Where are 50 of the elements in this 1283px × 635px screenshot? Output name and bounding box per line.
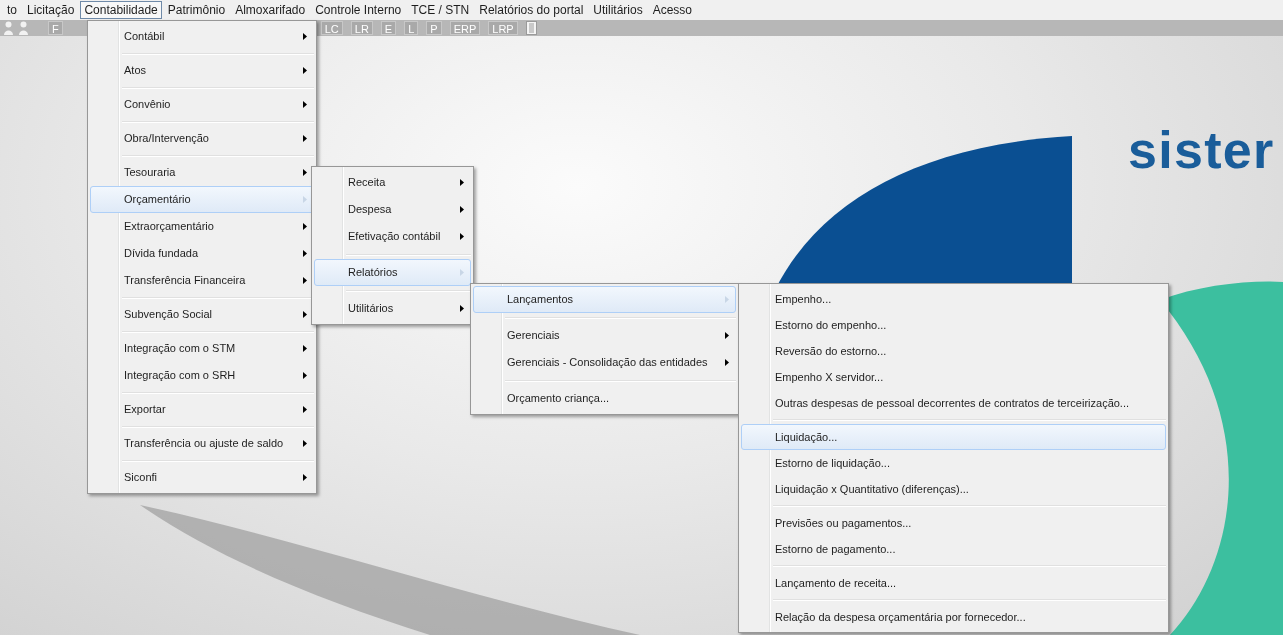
menu-item[interactable]: Utilitários bbox=[314, 295, 471, 322]
menu-item[interactable]: Lançamentos bbox=[473, 286, 736, 313]
menu-item[interactable]: Empenho X servidor... bbox=[741, 364, 1166, 390]
menu-item[interactable]: Relatórios bbox=[314, 259, 471, 286]
menu-item[interactable]: Transferência Financeira bbox=[90, 267, 314, 294]
menu-item[interactable]: Integração com o STM bbox=[90, 335, 314, 362]
menu-bar-item[interactable]: Almoxarifado bbox=[231, 1, 310, 19]
menu-bar-item[interactable]: to bbox=[3, 1, 21, 19]
menu-item[interactable]: Estorno do empenho... bbox=[741, 312, 1166, 338]
menu-item[interactable]: Estorno de liquidação... bbox=[741, 450, 1166, 476]
menu-bar-item[interactable]: Utilitários bbox=[589, 1, 647, 19]
menu-item[interactable]: Atos bbox=[90, 57, 314, 84]
person-icon[interactable] bbox=[4, 21, 13, 35]
menu-item[interactable]: Exportar bbox=[90, 396, 314, 423]
menu-item[interactable]: Relação da despesa orçamentária por fornecedor... bbox=[741, 604, 1166, 630]
menu-item[interactable]: Despesa bbox=[314, 196, 471, 223]
menu-item[interactable]: Transferência ou ajuste de saldo bbox=[90, 430, 314, 457]
menu-bar-item[interactable]: TCE / STN bbox=[407, 1, 474, 19]
menu-item[interactable]: Convênio bbox=[90, 91, 314, 118]
menu-bar-item[interactable]: Relatórios do portal bbox=[475, 1, 588, 19]
menu-bar-item[interactable]: Contabilidade bbox=[80, 1, 162, 19]
menu-item[interactable]: Siconfi bbox=[90, 464, 314, 491]
person-icon[interactable] bbox=[19, 21, 28, 35]
menu-item[interactable]: Receita bbox=[314, 169, 471, 196]
menu-item[interactable]: Liquidação x Quantitativo (diferenças)... bbox=[741, 476, 1166, 502]
menu-item[interactable]: Efetivação contábil bbox=[314, 223, 471, 250]
menu-bar-item[interactable]: Controle Interno bbox=[311, 1, 406, 19]
menu-item[interactable]: Tesouraria bbox=[90, 159, 314, 186]
menu-item[interactable]: Outras despesas de pessoal decorrentes de contratos de terceirização... bbox=[741, 390, 1166, 416]
menu-item[interactable]: Obra/Intervenção bbox=[90, 125, 314, 152]
menu-item[interactable]: Subvenção Social bbox=[90, 301, 314, 328]
menu-item[interactable]: Orçamentário bbox=[90, 186, 314, 213]
menu-bar-item[interactable]: Licitação bbox=[23, 1, 79, 19]
menu-item[interactable]: Dívida fundada bbox=[90, 240, 314, 267]
menu-item[interactable]: Extraorçamentário bbox=[90, 213, 314, 240]
menu-item[interactable]: Integração com o SRH bbox=[90, 362, 314, 389]
menu-item[interactable]: Gerenciais - Consolidação das entidades bbox=[473, 349, 736, 376]
door-icon[interactable] bbox=[525, 21, 537, 35]
menu-item[interactable]: Liquidação... bbox=[741, 424, 1166, 450]
menu-item[interactable]: Empenho... bbox=[741, 286, 1166, 312]
menu-bar-item[interactable]: Acesso bbox=[648, 1, 696, 19]
logo-text: sister bbox=[1128, 124, 1275, 176]
menu-item[interactable]: Previsões ou pagamentos... bbox=[741, 510, 1166, 536]
menu-item[interactable]: Estorno de pagamento... bbox=[741, 536, 1166, 562]
menu-item[interactable]: Lançamento de receita... bbox=[741, 570, 1166, 596]
menu-item[interactable]: Gerenciais bbox=[473, 322, 736, 349]
menu-item[interactable]: Contábil bbox=[90, 23, 314, 50]
menu-item[interactable]: Orçamento criança... bbox=[473, 385, 736, 412]
menu-bar-item[interactable]: Patrimônio bbox=[163, 1, 230, 19]
menu-item[interactable]: Reversão do estorno... bbox=[741, 338, 1166, 364]
